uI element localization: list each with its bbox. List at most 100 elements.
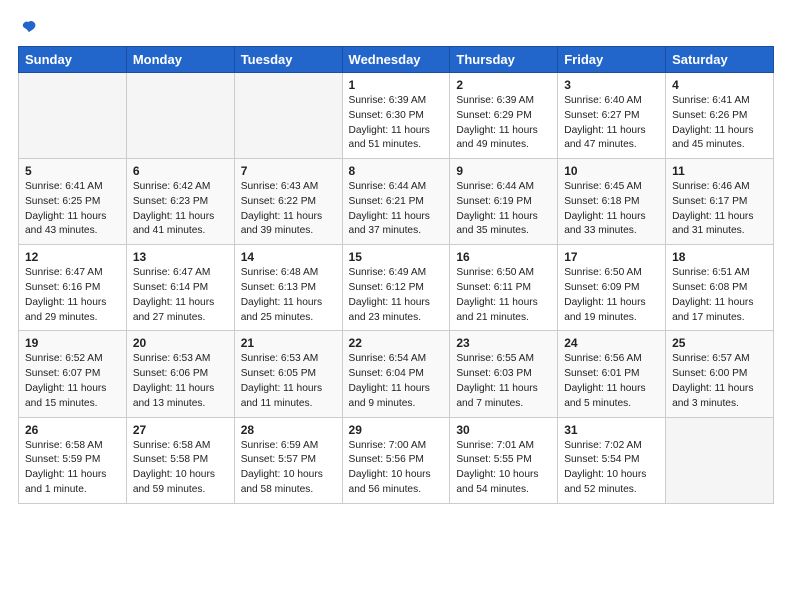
calendar-cell: 31Sunrise: 7:02 AMSunset: 5:54 PMDayligh… <box>558 417 666 503</box>
header <box>18 18 774 36</box>
weekday-header-tuesday: Tuesday <box>234 47 342 73</box>
day-content: Sunrise: 6:53 AMSunset: 6:06 PMDaylight:… <box>133 352 228 411</box>
day-content: Sunrise: 6:55 AMSunset: 6:03 PMDaylight:… <box>456 352 551 411</box>
calendar-cell <box>666 417 774 503</box>
day-content: Sunrise: 6:49 AMSunset: 6:12 PMDaylight:… <box>349 266 444 325</box>
calendar-cell: 28 Sunrise: 6:59 AMSunset: 5:57 PMDayligh… <box>234 417 342 503</box>
day-number: 16 <box>456 250 551 264</box>
calendar-cell <box>19 73 127 159</box>
weekday-header-wednesday: Wednesday <box>342 47 450 73</box>
day-number: 18 <box>672 250 767 264</box>
day-number: 7 <box>241 164 336 178</box>
day-number: 27 <box>133 423 228 437</box>
calendar-table: SundayMondayTuesdayWednesdayThursdayFrid… <box>18 46 774 504</box>
day-number: 4 <box>672 78 767 92</box>
calendar-cell: 14Sunrise: 6:48 AMSunset: 6:13 PMDayligh… <box>234 245 342 331</box>
day-content: Sunrise: 6:58 AMSunset: 5:59 PMDaylight:… <box>25 439 120 498</box>
day-content: Sunrise: 6:46 AMSunset: 6:17 PMDaylight:… <box>672 180 767 239</box>
day-number: 26 <box>25 423 120 437</box>
calendar-week-row: 19Sunrise: 6:52 AMSunset: 6:07 PMDayligh… <box>19 331 774 417</box>
day-number: 22 <box>349 336 444 350</box>
day-number: 17 <box>564 250 659 264</box>
calendar-cell: 3 Sunrise: 6:40 AMSunset: 6:27 PMDaylight… <box>558 73 666 159</box>
calendar-cell: 27Sunrise: 6:58 AMSunset: 5:58 PMDayligh… <box>126 417 234 503</box>
day-content: Sunrise: 6:57 AMSunset: 6:00 PMDaylight:… <box>672 352 767 411</box>
calendar-week-row: 1 Sunrise: 6:39 AMSunset: 6:30 PMDaylight… <box>19 73 774 159</box>
calendar-cell: 29 Sunrise: 7:00 AMSunset: 5:56 PMDayligh… <box>342 417 450 503</box>
day-number: 9 <box>456 164 551 178</box>
calendar-week-row: 5 Sunrise: 6:41 AMSunset: 6:25 PMDaylight… <box>19 159 774 245</box>
day-content: Sunrise: 6:47 AMSunset: 6:16 PMDaylight:… <box>25 266 120 325</box>
day-number: 8 <box>349 164 444 178</box>
calendar-cell: 25 Sunrise: 6:57 AMSunset: 6:00 PMDayligh… <box>666 331 774 417</box>
day-content: Sunrise: 6:44 AMSunset: 6:21 PMDaylight:… <box>349 180 444 239</box>
day-number: 15 <box>349 250 444 264</box>
day-number: 2 <box>456 78 551 92</box>
calendar-cell: 4Sunrise: 6:41 AMSunset: 6:26 PMDaylight… <box>666 73 774 159</box>
calendar-cell: 5 Sunrise: 6:41 AMSunset: 6:25 PMDaylight… <box>19 159 127 245</box>
calendar-cell: 2 Sunrise: 6:39 AMSunset: 6:29 PMDaylight… <box>450 73 558 159</box>
weekday-header-thursday: Thursday <box>450 47 558 73</box>
calendar-cell: 15 Sunrise: 6:49 AMSunset: 6:12 PMDayligh… <box>342 245 450 331</box>
day-number: 1 <box>349 78 444 92</box>
day-content: Sunrise: 7:00 AMSunset: 5:56 PMDaylight:… <box>349 439 444 498</box>
day-content: Sunrise: 6:51 AMSunset: 6:08 PMDaylight:… <box>672 266 767 325</box>
calendar-cell: 24 Sunrise: 6:56 AMSunset: 6:01 PMDayligh… <box>558 331 666 417</box>
day-content: Sunrise: 6:42 AMSunset: 6:23 PMDaylight:… <box>133 180 228 239</box>
weekday-header-sunday: Sunday <box>19 47 127 73</box>
day-content: Sunrise: 7:02 AMSunset: 5:54 PMDaylight:… <box>564 439 659 498</box>
day-number: 12 <box>25 250 120 264</box>
calendar-cell: 18 Sunrise: 6:51 AMSunset: 6:08 PMDayligh… <box>666 245 774 331</box>
day-content: Sunrise: 7:01 AMSunset: 5:55 PMDaylight:… <box>456 439 551 498</box>
calendar-cell: 10 Sunrise: 6:45 AMSunset: 6:18 PMDayligh… <box>558 159 666 245</box>
day-number: 19 <box>25 336 120 350</box>
day-content: Sunrise: 6:39 AMSunset: 6:30 PMDaylight:… <box>349 94 444 153</box>
calendar-cell: 23 Sunrise: 6:55 AMSunset: 6:03 PMDayligh… <box>450 331 558 417</box>
calendar-cell: 1 Sunrise: 6:39 AMSunset: 6:30 PMDaylight… <box>342 73 450 159</box>
logo-text <box>18 18 38 36</box>
calendar-cell: 9 Sunrise: 6:44 AMSunset: 6:19 PMDaylight… <box>450 159 558 245</box>
calendar-week-row: 12 Sunrise: 6:47 AMSunset: 6:16 PMDayligh… <box>19 245 774 331</box>
day-content: Sunrise: 6:44 AMSunset: 6:19 PMDaylight:… <box>456 180 551 239</box>
day-number: 25 <box>672 336 767 350</box>
day-content: Sunrise: 6:41 AMSunset: 6:25 PMDaylight:… <box>25 180 120 239</box>
day-number: 6 <box>133 164 228 178</box>
day-number: 23 <box>456 336 551 350</box>
day-content: Sunrise: 6:48 AMSunset: 6:13 PMDaylight:… <box>241 266 336 325</box>
day-number: 5 <box>25 164 120 178</box>
calendar-cell: 30 Sunrise: 7:01 AMSunset: 5:55 PMDayligh… <box>450 417 558 503</box>
day-number: 10 <box>564 164 659 178</box>
day-content: Sunrise: 6:39 AMSunset: 6:29 PMDaylight:… <box>456 94 551 153</box>
calendar-cell: 13 Sunrise: 6:47 AMSunset: 6:14 PMDayligh… <box>126 245 234 331</box>
weekday-header-saturday: Saturday <box>666 47 774 73</box>
day-content: Sunrise: 6:59 AMSunset: 5:57 PMDaylight:… <box>241 439 336 498</box>
day-number: 30 <box>456 423 551 437</box>
day-content: Sunrise: 6:45 AMSunset: 6:18 PMDaylight:… <box>564 180 659 239</box>
weekday-header-monday: Monday <box>126 47 234 73</box>
day-content: Sunrise: 6:54 AMSunset: 6:04 PMDaylight:… <box>349 352 444 411</box>
day-number: 3 <box>564 78 659 92</box>
calendar-cell: 17Sunrise: 6:50 AMSunset: 6:09 PMDayligh… <box>558 245 666 331</box>
day-content: Sunrise: 6:56 AMSunset: 6:01 PMDaylight:… <box>564 352 659 411</box>
day-number: 29 <box>349 423 444 437</box>
day-content: Sunrise: 6:40 AMSunset: 6:27 PMDaylight:… <box>564 94 659 153</box>
calendar-cell <box>234 73 342 159</box>
calendar-cell: 6 Sunrise: 6:42 AMSunset: 6:23 PMDaylight… <box>126 159 234 245</box>
calendar-cell: 19Sunrise: 6:52 AMSunset: 6:07 PMDayligh… <box>19 331 127 417</box>
calendar-cell <box>126 73 234 159</box>
page: SundayMondayTuesdayWednesdayThursdayFrid… <box>0 0 792 522</box>
weekday-header-row: SundayMondayTuesdayWednesdayThursdayFrid… <box>19 47 774 73</box>
logo <box>18 18 38 36</box>
calendar-cell: 11Sunrise: 6:46 AMSunset: 6:17 PMDayligh… <box>666 159 774 245</box>
calendar-cell: 21Sunrise: 6:53 AMSunset: 6:05 PMDayligh… <box>234 331 342 417</box>
logo-bird-icon <box>20 18 38 36</box>
day-number: 24 <box>564 336 659 350</box>
day-content: Sunrise: 6:50 AMSunset: 6:11 PMDaylight:… <box>456 266 551 325</box>
calendar-week-row: 26 Sunrise: 6:58 AMSunset: 5:59 PMDayligh… <box>19 417 774 503</box>
calendar-cell: 26 Sunrise: 6:58 AMSunset: 5:59 PMDayligh… <box>19 417 127 503</box>
calendar-cell: 7Sunrise: 6:43 AMSunset: 6:22 PMDaylight… <box>234 159 342 245</box>
day-content: Sunrise: 6:47 AMSunset: 6:14 PMDaylight:… <box>133 266 228 325</box>
day-number: 28 <box>241 423 336 437</box>
day-number: 13 <box>133 250 228 264</box>
calendar-cell: 16 Sunrise: 6:50 AMSunset: 6:11 PMDayligh… <box>450 245 558 331</box>
